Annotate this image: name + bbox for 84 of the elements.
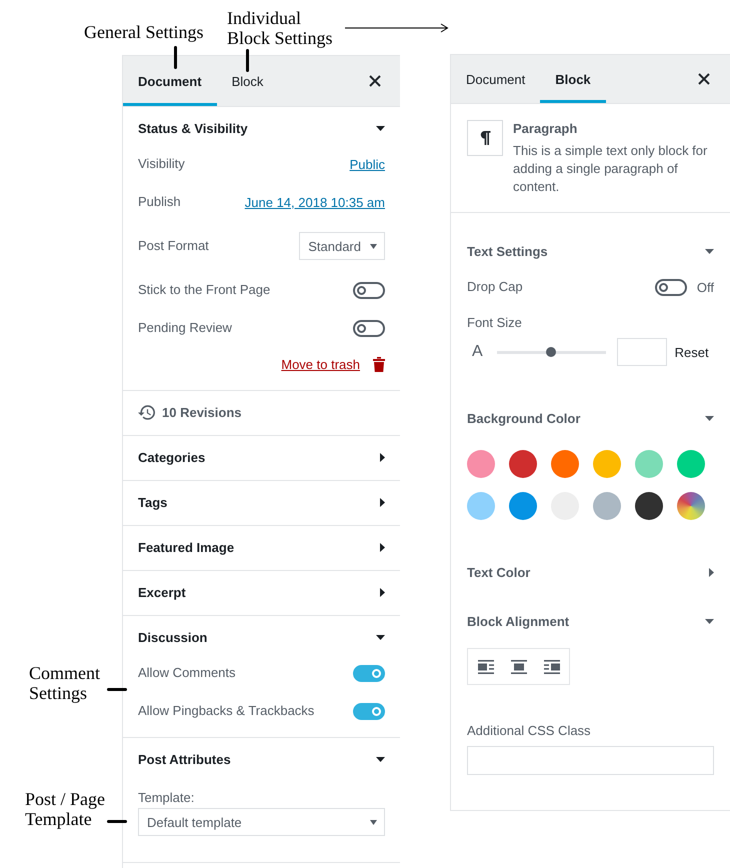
caret-icon[interactable]	[705, 416, 714, 420]
reset-button[interactable]: Reset	[674, 344, 709, 360]
callout-line	[107, 820, 127, 823]
setting-link[interactable]: June 14, 2018 10:35 am	[244, 194, 385, 210]
setting-label: Template:	[138, 790, 196, 806]
color-swatch-icon[interactable]	[467, 450, 495, 478]
align-left-icon[interactable]	[478, 660, 494, 674]
toggle-switch[interactable]	[353, 320, 385, 336]
section-toggle[interactable]: Categories	[138, 448, 385, 466]
toggle-status: Off	[696, 280, 714, 294]
color-swatch-icon[interactable]	[677, 450, 705, 478]
setting-label: Font Size	[467, 315, 523, 331]
setting-label: Drop Cap	[467, 279, 523, 295]
gradient-swatch-icon[interactable]	[677, 492, 705, 520]
callout-label: Comment Settings	[29, 663, 101, 703]
trash-icon[interactable]	[373, 356, 385, 372]
dropdown-caret-icon	[370, 244, 377, 248]
section-toggle[interactable]: Background Color	[467, 409, 714, 427]
font-size-letter: A	[472, 343, 483, 361]
section-toggle[interactable]: Discussion	[138, 628, 385, 646]
setting-label: Pending Review	[138, 320, 232, 336]
callout-label: Individual Block Settings	[227, 8, 334, 48]
section-toggle[interactable]: Text Settings	[467, 242, 714, 260]
caret-icon[interactable]	[705, 618, 714, 624]
section-toggle[interactable]: Block Alignment	[467, 612, 714, 630]
section-toggle[interactable]: Status & Visibility	[138, 119, 385, 137]
setting-label: Stick to the Front Page	[138, 282, 270, 298]
toggle-switch[interactable]	[353, 664, 385, 682]
callout-label: General Settings	[84, 22, 204, 42]
tab[interactable]: Block	[540, 55, 606, 103]
tab[interactable]: Document	[451, 55, 540, 103]
dropdown[interactable]: Default template	[138, 808, 385, 836]
toggle-switch[interactable]	[353, 282, 385, 298]
setting-label: Publish	[138, 194, 181, 210]
setting-label: Allow Pingbacks & Trackbacks	[138, 703, 314, 719]
setting-link[interactable]: Public	[350, 156, 385, 172]
text-input[interactable]	[467, 746, 714, 775]
color-swatch-icon[interactable]	[509, 450, 537, 478]
color-swatch-icon[interactable]	[467, 492, 495, 520]
color-swatch-icon[interactable]	[551, 450, 579, 478]
caret-icon[interactable]	[380, 452, 385, 462]
section-toggle[interactable]: Tags	[138, 493, 385, 511]
align-center-icon[interactable]	[510, 660, 526, 674]
caret-icon[interactable]	[705, 248, 714, 254]
color-swatch-icon[interactable]	[635, 450, 663, 478]
callout-label: Post / Page Template	[25, 789, 106, 829]
block-description: This is a simple text only block for adding a single paragraph of content.	[513, 142, 708, 196]
caret-icon[interactable]	[376, 634, 385, 640]
caret-icon[interactable]	[380, 498, 385, 506]
history-icon[interactable]	[138, 404, 155, 420]
toggle-switch[interactable]	[654, 278, 687, 296]
block-title: Paragraph	[513, 120, 578, 138]
section-toggle[interactable]: Text Color	[467, 563, 714, 581]
paragraph-icon	[467, 120, 503, 156]
dropdown[interactable]: Standard	[299, 232, 385, 260]
section-toggle[interactable]: Excerpt	[138, 583, 385, 601]
caret-icon[interactable]	[376, 756, 385, 762]
tab[interactable]: Block	[216, 56, 278, 106]
section-toggle[interactable]: Featured Image	[138, 538, 385, 556]
setting-label: Allow Comments	[138, 665, 236, 681]
toggle-switch[interactable]	[353, 702, 385, 720]
caret-icon[interactable]	[709, 568, 714, 576]
setting-label: Visibility	[138, 156, 185, 172]
section-toggle[interactable]: Post Attributes	[138, 750, 385, 768]
align-right-icon[interactable]	[544, 660, 560, 674]
color-swatch-icon[interactable]	[593, 492, 621, 520]
close-icon	[698, 73, 710, 85]
setting-label: Additional CSS Class	[467, 723, 592, 739]
revisions-button[interactable]: 10 Revisions	[138, 403, 242, 421]
caret-icon[interactable]	[380, 588, 385, 596]
close-icon	[369, 75, 381, 87]
callout-line	[107, 688, 127, 691]
color-swatch-icon[interactable]	[635, 492, 663, 520]
callout-line	[246, 49, 249, 72]
number-input[interactable]	[616, 338, 667, 366]
dropdown-caret-icon	[370, 820, 377, 824]
callout-line	[174, 46, 177, 69]
color-swatch-icon[interactable]	[593, 450, 621, 478]
trash-link[interactable]: Move to trash	[281, 356, 360, 372]
slider-thumb[interactable]	[546, 347, 556, 357]
setting-label: Post Format	[138, 238, 209, 254]
color-swatch-icon[interactable]	[509, 492, 537, 520]
caret-icon[interactable]	[376, 126, 385, 130]
caret-icon[interactable]	[380, 542, 385, 552]
